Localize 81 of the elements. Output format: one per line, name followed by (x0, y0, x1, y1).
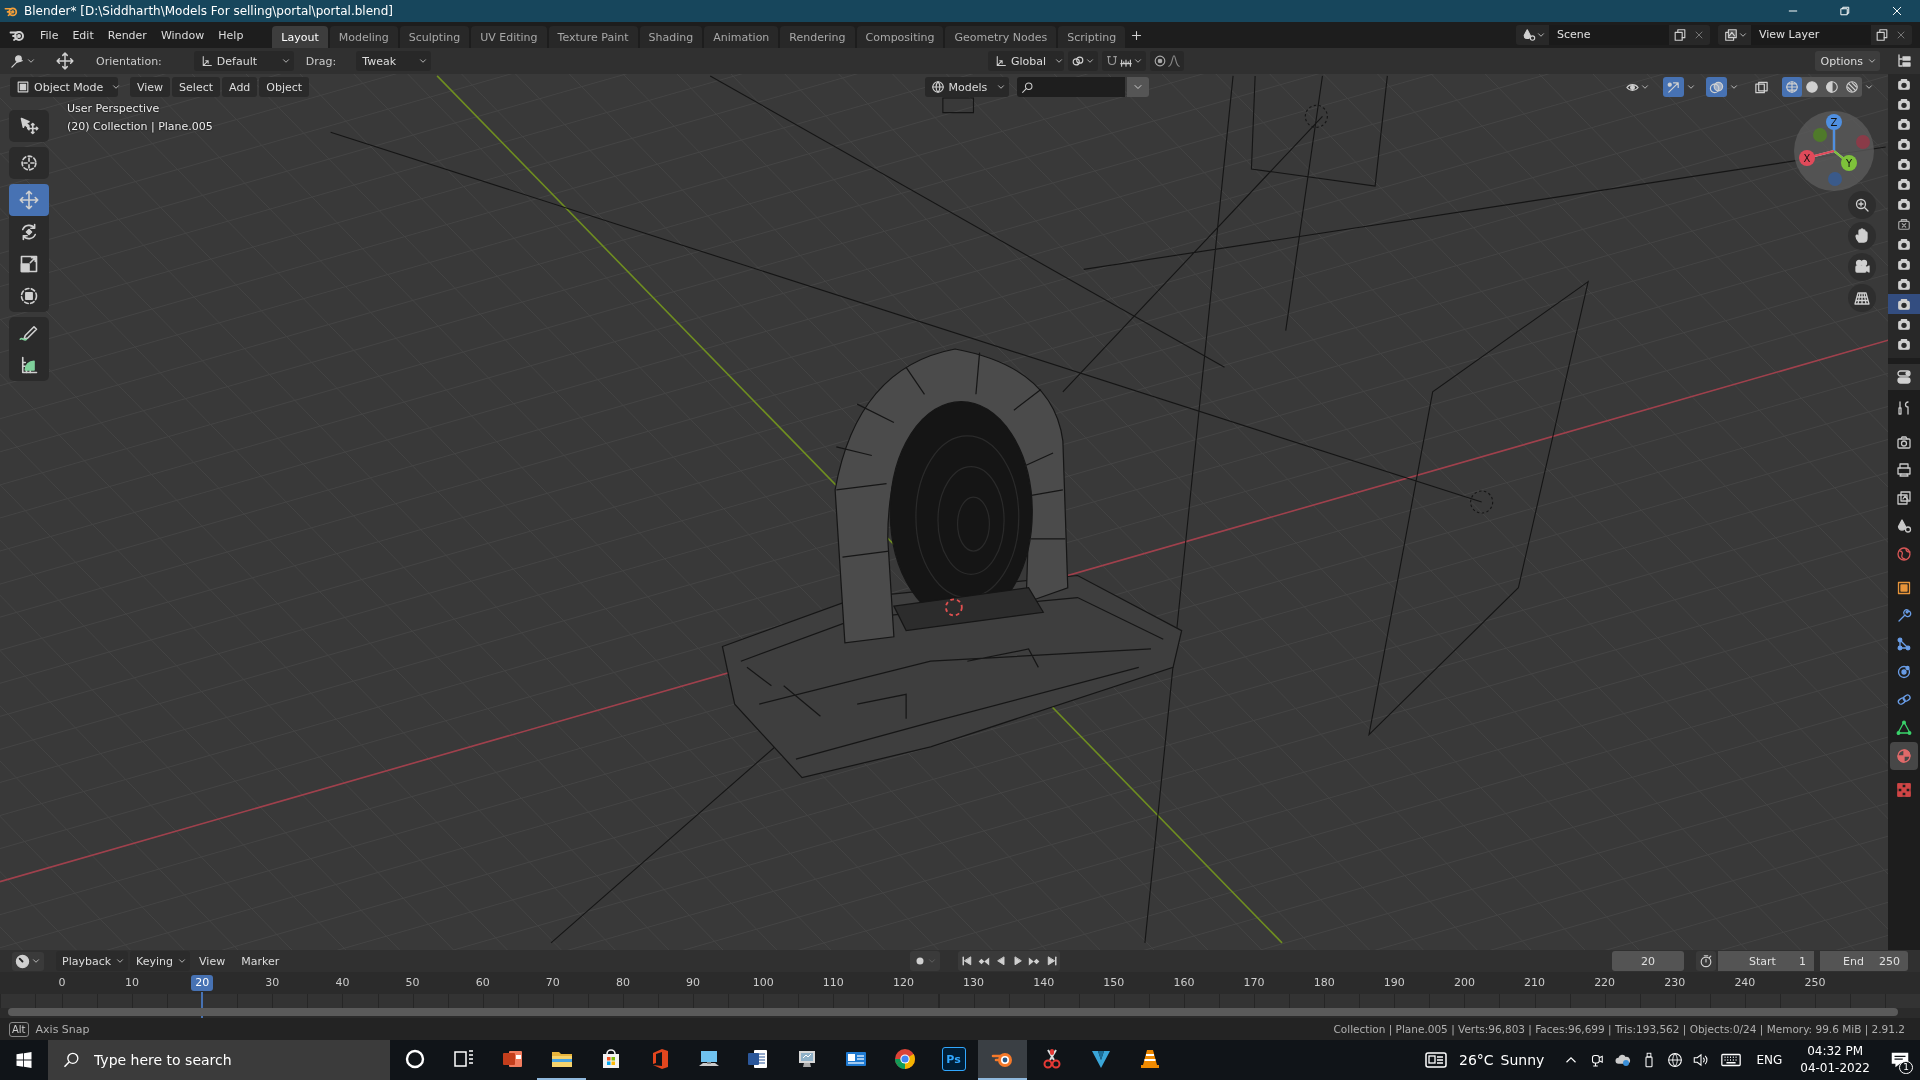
mode-dropdown[interactable]: Object Mode (10, 77, 118, 97)
scene-selector[interactable]: Scene (1516, 25, 1710, 45)
frame-number: 130 (962, 975, 986, 991)
frame-number: 200 (1452, 975, 1476, 991)
frame-number: 10 (124, 975, 141, 991)
weather-condition-text[interactable]: Sunny (1500, 1052, 1545, 1068)
notification-count-badge: 1 (1899, 1061, 1913, 1074)
current-frame-marker[interactable]: 20 (191, 975, 214, 991)
frame-number: 230 (1663, 975, 1687, 991)
orientation-dropdown[interactable]: Default (193, 51, 294, 71)
search-field[interactable]: Type here to search (48, 1040, 390, 1080)
frame-number: 170 (1242, 975, 1266, 991)
timeline-menu[interactable]: Keying (130, 951, 191, 971)
frame-number: 40 (334, 975, 351, 991)
frame-number: 110 (821, 975, 845, 991)
frame-number: 100 (751, 975, 775, 991)
viewport-menu[interactable]: Select (172, 77, 221, 97)
workspace-tab[interactable]: Scripting (1058, 26, 1126, 48)
frame-number: 120 (891, 975, 915, 991)
menu-item[interactable]: Help (211, 25, 251, 45)
hint-text: Axis Snap (35, 1022, 90, 1036)
orientation-label: Orientation: (96, 54, 162, 68)
viewport-info-text: (20) Collection | Plane.005 (67, 119, 213, 135)
frame-number: 50 (404, 975, 421, 991)
view-layer-name-field[interactable]: View Layer (1751, 25, 1871, 45)
workspace-tab[interactable]: Texture Paint (548, 26, 638, 48)
viewport-menu[interactable]: Object (259, 77, 310, 97)
frame-number: 160 (1172, 975, 1196, 991)
frame-number: 90 (685, 975, 702, 991)
timeline-menu[interactable]: Marker (234, 951, 287, 971)
viewport-info-text: User Perspective (67, 101, 161, 117)
workspace-tab[interactable]: Rendering (780, 26, 855, 48)
clock-time[interactable]: 04:32 PM (1807, 1043, 1864, 1060)
menu-item[interactable]: Render (100, 25, 154, 45)
timeline-menu[interactable]: View (192, 951, 233, 971)
workspace-tab[interactable]: Animation (704, 26, 779, 48)
scene-statistics: Collection | Plane.005 | Verts:96,803 | Faces:96,699 | Tris:193,562 | Objects:0/24 | Memory: 99.6 MiB | 2.91.2 (1333, 1023, 1905, 1035)
frame-number: 240 (1733, 975, 1757, 991)
viewport-menu[interactable]: Add (222, 77, 258, 97)
frame-number: 180 (1312, 975, 1336, 991)
frame-number: 210 (1523, 975, 1546, 991)
viewport-menu[interactable]: View (130, 77, 171, 97)
frame-number: 150 (1102, 975, 1126, 991)
workspace-tab[interactable]: Layout (272, 26, 328, 48)
transform-orientation-dropdown[interactable]: Global (987, 51, 1064, 71)
end-frame-field[interactable]: End 250 (1820, 951, 1908, 971)
workspace-tab[interactable]: UV Editing (471, 26, 547, 48)
key-hint: Alt (9, 1021, 29, 1037)
menu-item[interactable]: Edit (65, 25, 101, 45)
menu-item[interactable]: File (33, 25, 66, 45)
workspace-tab[interactable]: Compositing (856, 26, 944, 48)
workspace-tab[interactable]: Modeling (329, 26, 398, 48)
frame-number: 30 (264, 975, 281, 991)
frame-number: 0 (57, 975, 67, 991)
scene-name-field[interactable]: Scene (1549, 25, 1669, 45)
navigation-gizmo[interactable]: Z X Y (1794, 111, 1874, 191)
frame-number: 70 (544, 975, 561, 991)
frame-number: 250 (1803, 975, 1827, 991)
clock-date[interactable]: 04-01-2022 (1800, 1060, 1870, 1077)
current-frame-field[interactable]: 20 (1612, 951, 1684, 971)
frame-number: 190 (1382, 975, 1406, 991)
drag-label: Drag: (305, 54, 337, 68)
frame-number: 80 (614, 975, 631, 991)
options-dropdown[interactable]: Options (1814, 51, 1880, 71)
menu-item[interactable]: Window (153, 25, 212, 45)
drag-dropdown[interactable]: Tweak (356, 51, 432, 71)
frame-number: 140 (1032, 975, 1056, 991)
image-editor-icon: Ps (941, 1047, 966, 1071)
workspace-tab[interactable]: Shading (639, 26, 703, 48)
collection-dropdown[interactable]: Models (924, 77, 1009, 97)
temperature-text[interactable]: 26°C (1459, 1052, 1494, 1068)
window-title: Blender* [D:\Siddharth\Models For selling\portal\portal.blend] (24, 4, 393, 18)
timeline-menu[interactable]: Playback (56, 951, 129, 971)
frame-number: 220 (1593, 975, 1617, 991)
workspace-tab[interactable]: Geometry Nodes (945, 26, 1057, 48)
taskbar-button[interactable]: Ps (929, 1040, 978, 1080)
language-indicator[interactable]: ENG (1748, 1053, 1791, 1067)
workspace-tab[interactable]: Sculpting (399, 26, 470, 48)
frame-number: 60 (474, 975, 491, 991)
view-layer-selector[interactable]: View Layer (1718, 25, 1912, 45)
start-frame-field[interactable]: Start 1 (1718, 951, 1814, 971)
